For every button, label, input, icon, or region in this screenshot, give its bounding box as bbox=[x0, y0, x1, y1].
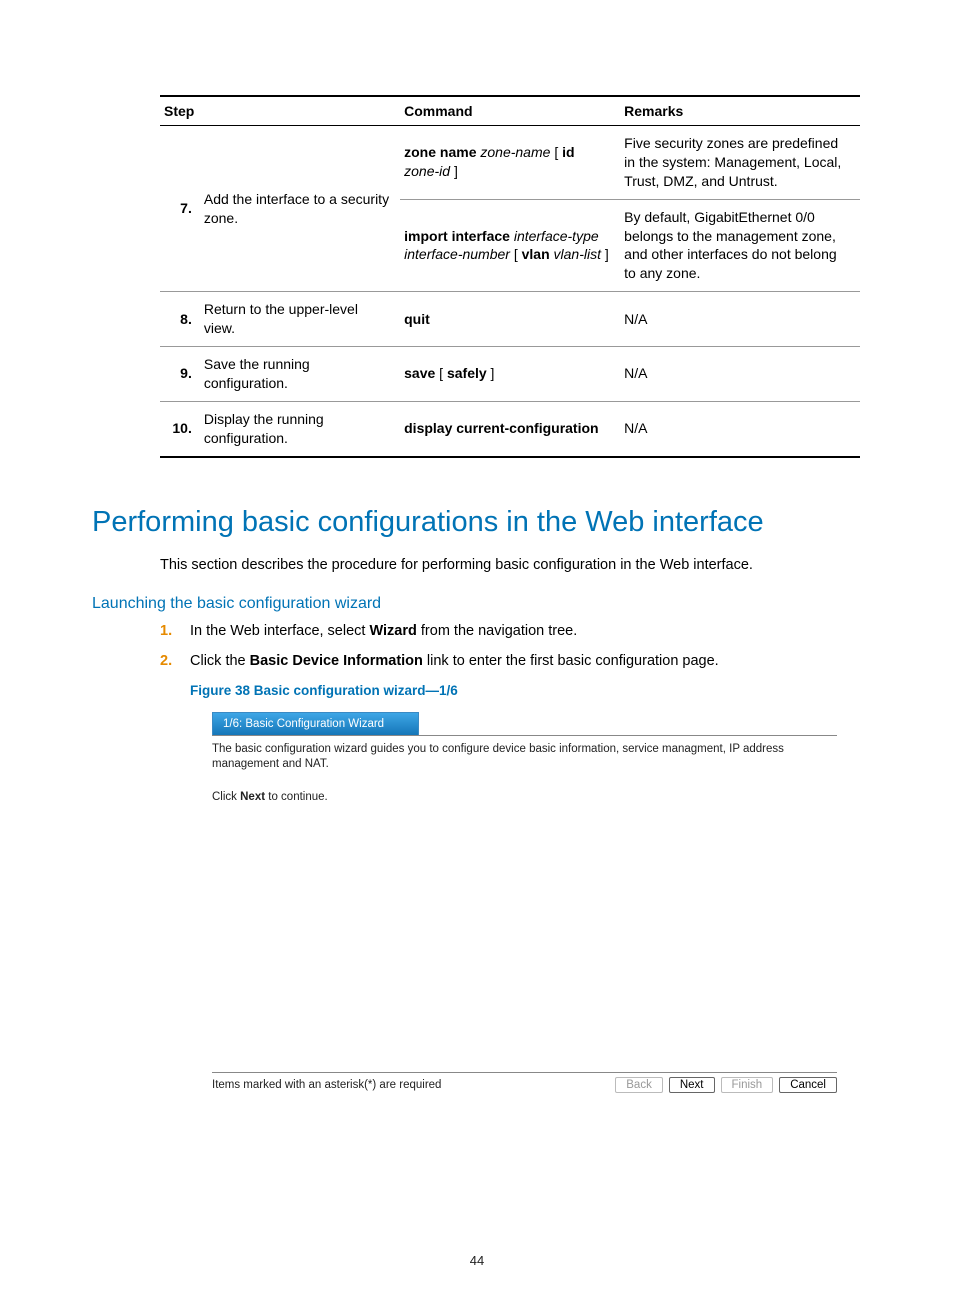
command-cell: save [ safely ] bbox=[400, 347, 620, 402]
step-number: 8. bbox=[160, 292, 200, 347]
cmd-arg: zone-name bbox=[476, 144, 554, 160]
back-button: Back bbox=[615, 1077, 663, 1093]
command-cell: import interface interface-type interfac… bbox=[400, 199, 620, 292]
subsection-heading: Launching the basic configuration wizard bbox=[92, 595, 862, 613]
command-cell: zone name zone-name [ id zone-id ] bbox=[400, 126, 620, 200]
cmd-text: ] bbox=[487, 365, 495, 381]
list-item: 2. Click the Basic Device Information li… bbox=[160, 653, 862, 669]
remarks-cell: By default, GigabitEthernet 0/0 belongs … bbox=[620, 199, 860, 292]
step-desc: Save the running configuration. bbox=[200, 347, 400, 402]
list-text: Click the Basic Device Information link … bbox=[190, 653, 719, 669]
wizard-screenshot: 1/6: Basic Configuration Wizard The basi… bbox=[212, 712, 837, 1093]
step-number: 9. bbox=[160, 347, 200, 402]
section-heading: Performing basic configurations in the W… bbox=[92, 506, 862, 539]
text-bold: Wizard bbox=[369, 623, 416, 639]
text-bold: Basic Device Information bbox=[250, 653, 423, 669]
text: Click the bbox=[190, 653, 250, 669]
list-number: 2. bbox=[160, 653, 190, 669]
wizard-buttons: Back Next Finish Cancel bbox=[615, 1077, 837, 1093]
wizard-continue-text: Click Next to continue. bbox=[212, 791, 837, 803]
table-row: 10. Display the running configuration. d… bbox=[160, 401, 860, 456]
text: from the navigation tree. bbox=[417, 623, 577, 639]
th-command: Command bbox=[400, 96, 620, 126]
document-page: Step Command Remarks 7. Add the interfac… bbox=[0, 0, 954, 1308]
wizard-footer: Items marked with an asterisk(*) are req… bbox=[212, 1072, 837, 1093]
cmd-text: ] bbox=[605, 246, 609, 262]
wizard-tab[interactable]: 1/6: Basic Configuration Wizard bbox=[212, 712, 419, 735]
wizard-body: The basic configuration wizard guides yo… bbox=[212, 735, 837, 1072]
cmd-text: [ bbox=[514, 246, 522, 262]
cmd-keyword: safely bbox=[447, 365, 487, 381]
command-cell: quit bbox=[400, 292, 620, 347]
intro-text: This section describes the procedure for… bbox=[160, 557, 862, 573]
cmd-keyword: save bbox=[404, 365, 435, 381]
required-note: Items marked with an asterisk(*) are req… bbox=[212, 1079, 615, 1091]
step-desc: Display the running configuration. bbox=[200, 401, 400, 456]
text: link to enter the first basic configurat… bbox=[423, 653, 719, 669]
remarks-cell: N/A bbox=[620, 401, 860, 456]
table-row: 7. Add the interface to a security zone.… bbox=[160, 126, 860, 200]
th-remarks: Remarks bbox=[620, 96, 860, 126]
text: to continue. bbox=[265, 791, 328, 803]
cmd-keyword: vlan bbox=[522, 246, 550, 262]
list-number: 1. bbox=[160, 623, 190, 639]
step-number: 10. bbox=[160, 401, 200, 456]
cmd-text: [ bbox=[435, 365, 447, 381]
list-item: 1. In the Web interface, select Wizard f… bbox=[160, 623, 862, 639]
cmd-arg: vlan-list bbox=[550, 246, 605, 262]
ordered-list: 1. In the Web interface, select Wizard f… bbox=[160, 623, 862, 669]
command-table: Step Command Remarks 7. Add the interfac… bbox=[160, 95, 860, 458]
step-desc: Add the interface to a security zone. bbox=[200, 126, 400, 292]
remarks-cell: N/A bbox=[620, 292, 860, 347]
remarks-cell: N/A bbox=[620, 347, 860, 402]
cmd-keyword: id bbox=[562, 144, 574, 160]
wizard-description: The basic configuration wizard guides yo… bbox=[212, 742, 837, 773]
finish-button: Finish bbox=[721, 1077, 774, 1093]
table-row: 8. Return to the upper-level view. quit … bbox=[160, 292, 860, 347]
text: In the Web interface, select bbox=[190, 623, 369, 639]
cmd-keyword: zone name bbox=[404, 144, 476, 160]
step-desc: Return to the upper-level view. bbox=[200, 292, 400, 347]
list-text: In the Web interface, select Wizard from… bbox=[190, 623, 577, 639]
table-row: 9. Save the running configuration. save … bbox=[160, 347, 860, 402]
cmd-keyword: import interface bbox=[404, 228, 510, 244]
cancel-button[interactable]: Cancel bbox=[779, 1077, 837, 1093]
page-number: 44 bbox=[92, 1253, 862, 1268]
next-button[interactable]: Next bbox=[669, 1077, 715, 1093]
text-bold: Next bbox=[240, 791, 265, 803]
command-cell: display current-configuration bbox=[400, 401, 620, 456]
text: Click bbox=[212, 791, 240, 803]
figure-caption: Figure 38 Basic configuration wizard—1/6 bbox=[190, 683, 862, 698]
cmd-text: [ bbox=[554, 144, 562, 160]
remarks-cell: Five security zones are predefined in th… bbox=[620, 126, 860, 200]
step-number: 7. bbox=[160, 126, 200, 292]
cmd-text: ] bbox=[454, 163, 458, 179]
cmd-arg: zone-id bbox=[404, 163, 454, 179]
th-step: Step bbox=[160, 96, 400, 126]
